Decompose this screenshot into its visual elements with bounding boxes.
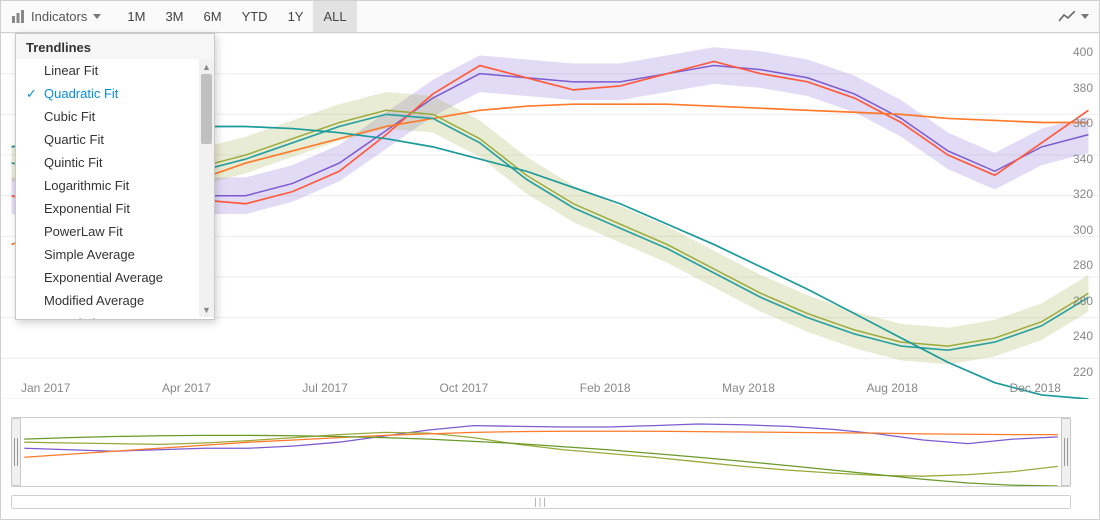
trendline-option[interactable]: Quintic Fit — [16, 151, 214, 174]
trendline-option[interactable]: Logarithmic Fit — [16, 174, 214, 197]
x-tick: Jul 2017 — [302, 381, 347, 395]
trendline-option[interactable]: Modified Average — [16, 289, 214, 312]
x-tick: Apr 2017 — [162, 381, 211, 395]
trendline-option[interactable]: PowerLaw Fit — [16, 220, 214, 243]
indicators-dropdown-button[interactable]: Indicators — [1, 1, 111, 32]
dropdown-list: ▲ ▼ Linear FitQuadratic FitCubic FitQuar… — [16, 59, 214, 319]
x-tick: Aug 2018 — [867, 381, 918, 395]
x-tick: Feb 2018 — [580, 381, 631, 395]
y-tick: 220 — [1073, 365, 1093, 379]
trendlines-dropdown: Trendlines ▲ ▼ Linear FitQuadratic FitCu… — [15, 33, 215, 320]
range-buttons: 1M3M6MYTD1YALL — [117, 1, 356, 32]
chart-frame: Indicators 1M3M6MYTD1YALL Trendlines ▲ ▼… — [0, 0, 1100, 520]
chart-type-button[interactable] — [1049, 1, 1099, 32]
y-tick: 340 — [1073, 152, 1093, 166]
range-ytd[interactable]: YTD — [232, 1, 278, 32]
trendline-option[interactable]: Linear Fit — [16, 59, 214, 82]
x-axis: Jan 2017 Apr 2017 Jul 2017 Oct 2017 Feb 2018… — [11, 381, 1071, 395]
trend-line-icon — [1059, 11, 1075, 23]
trendline-option[interactable]: Simple Average — [16, 243, 214, 266]
scroll-grip-icon: ||| — [534, 497, 548, 508]
trendline-option[interactable]: Exponential Fit — [16, 197, 214, 220]
x-tick: May 2018 — [722, 381, 775, 395]
y-tick: 260 — [1073, 294, 1093, 308]
trendline-option[interactable]: Quartic Fit — [16, 128, 214, 151]
range-1m[interactable]: 1M — [117, 1, 155, 32]
x-tick: Dec 2018 — [1010, 381, 1061, 395]
overview-chart[interactable] — [11, 417, 1071, 487]
y-tick: 400 — [1073, 45, 1093, 59]
y-tick: 320 — [1073, 187, 1093, 201]
overview-handle-left[interactable] — [11, 418, 21, 486]
range-1y[interactable]: 1Y — [278, 1, 314, 32]
caret-down-icon — [93, 14, 101, 19]
trendline-option[interactable]: Exponential Average — [16, 266, 214, 289]
overview-handle-right[interactable] — [1061, 418, 1071, 486]
trendline-option[interactable]: Cumulative Average — [16, 312, 214, 319]
horizontal-scrollbar[interactable]: ||| — [11, 495, 1071, 509]
y-tick: 300 — [1073, 223, 1093, 237]
dropdown-header: Trendlines — [16, 34, 214, 59]
range-6m[interactable]: 6M — [194, 1, 232, 32]
toolbar: Indicators 1M3M6MYTD1YALL — [1, 1, 1099, 33]
y-tick: 380 — [1073, 81, 1093, 95]
x-tick: Jan 2017 — [21, 381, 70, 395]
y-tick: 240 — [1073, 329, 1093, 343]
y-tick: 280 — [1073, 258, 1093, 272]
y-tick: 360 — [1073, 116, 1093, 130]
indicators-label: Indicators — [31, 9, 87, 24]
trendline-option[interactable]: Quadratic Fit — [16, 82, 214, 105]
y-axis: 400 380 360 340 320 300 280 260 240 220 — [1073, 45, 1093, 379]
caret-down-icon — [1081, 14, 1089, 19]
range-all[interactable]: ALL — [313, 1, 356, 32]
bar-chart-icon — [11, 10, 25, 24]
range-3m[interactable]: 3M — [155, 1, 193, 32]
x-tick: Oct 2017 — [439, 381, 488, 395]
trendline-option[interactable]: Cubic Fit — [16, 105, 214, 128]
